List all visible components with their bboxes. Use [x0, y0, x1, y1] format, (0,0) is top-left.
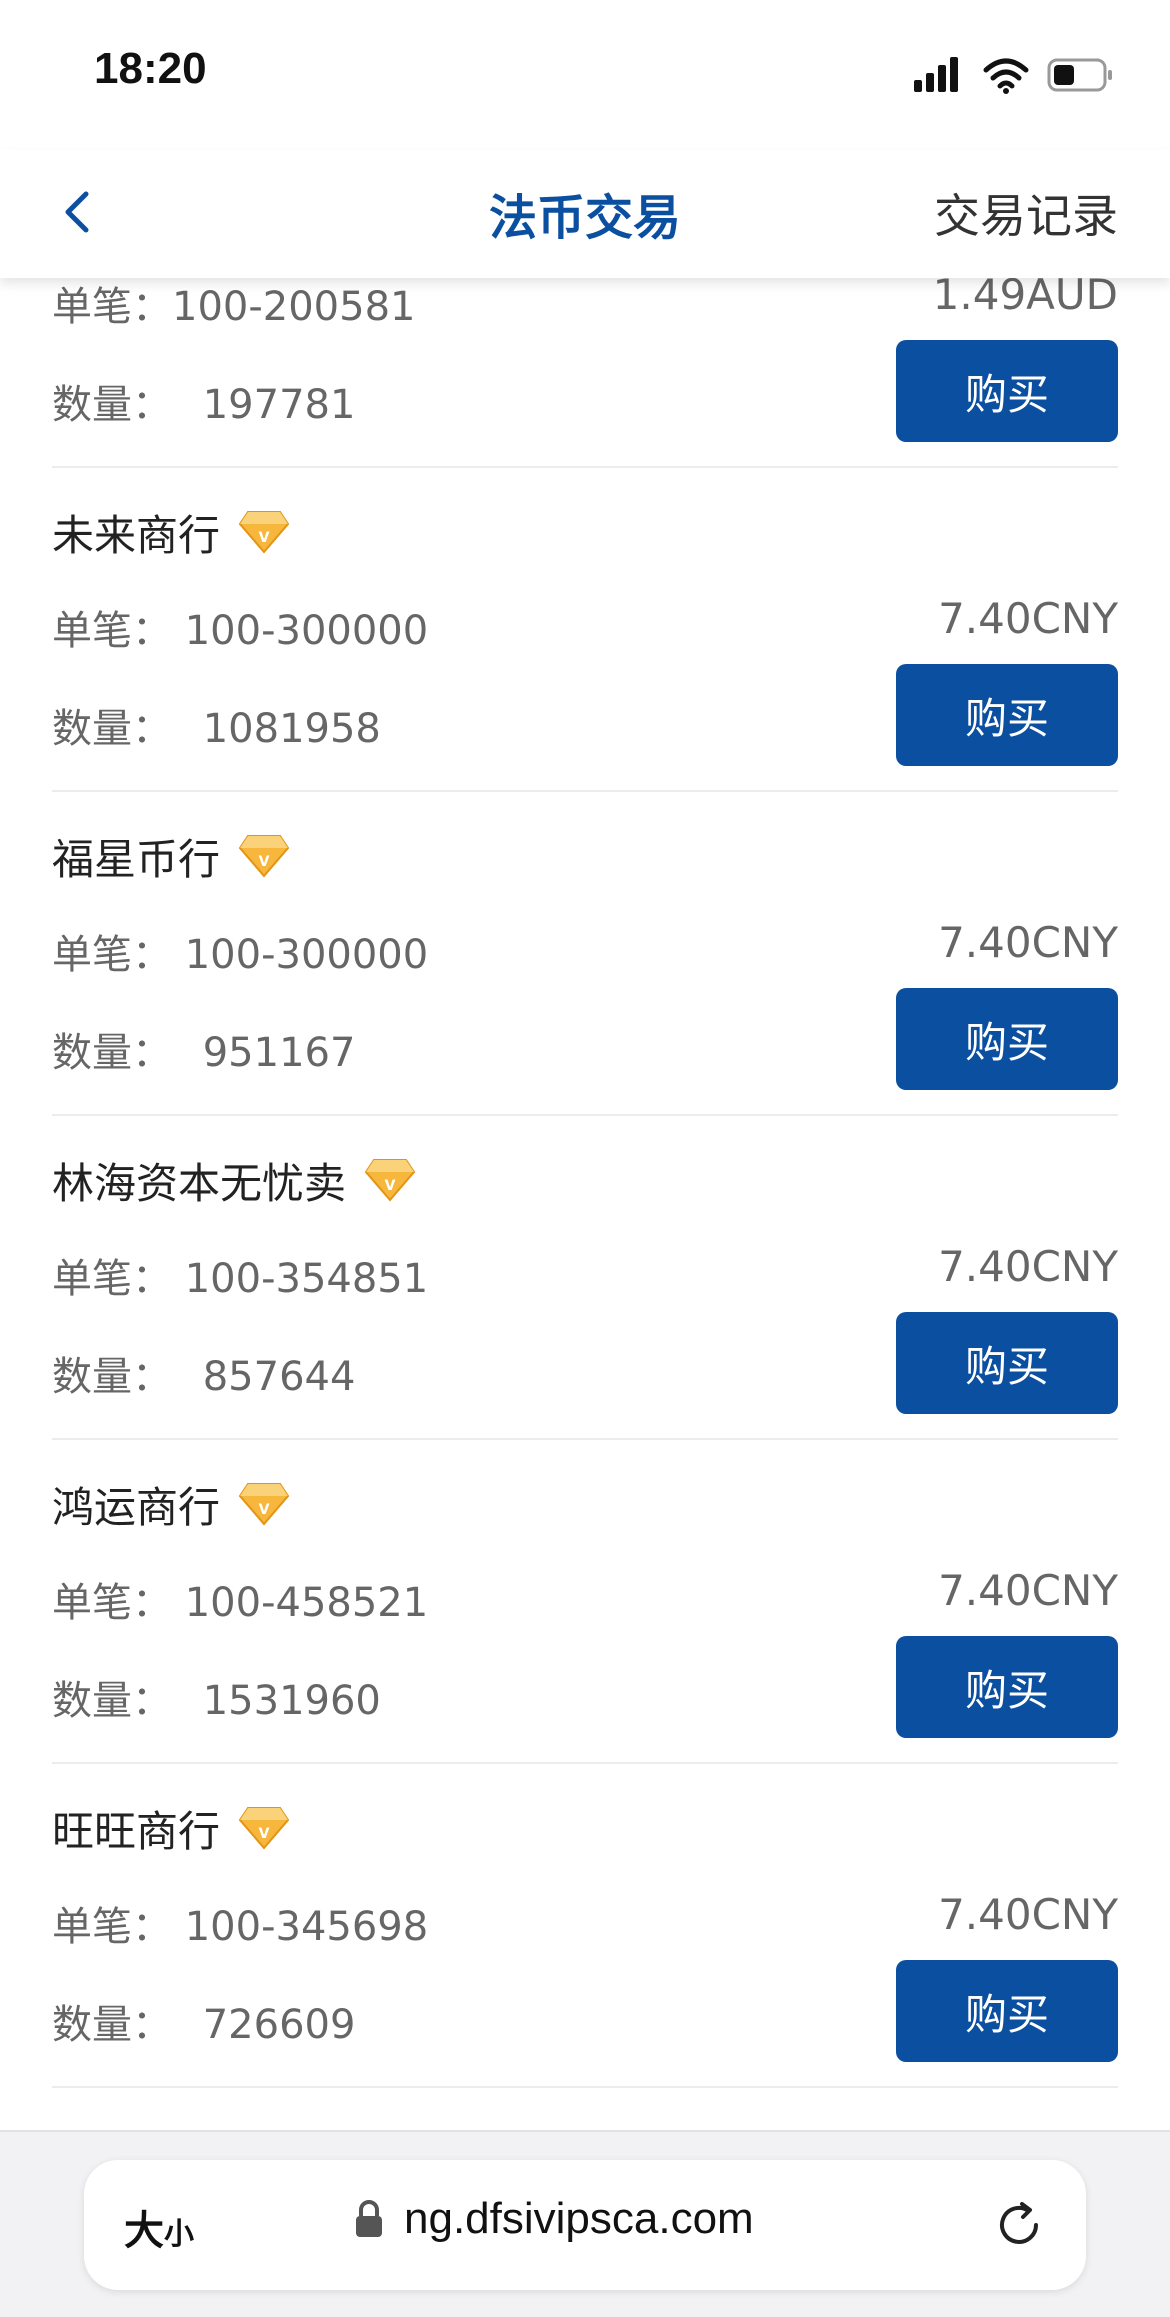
merchant-name: 福星币行: [52, 834, 221, 884]
address-bar[interactable]: 大小 ng.dfsivipsca.com: [84, 2160, 1086, 2290]
limit-line: 单笔： 100-300000: [52, 598, 428, 656]
cellular-signal-icon: [914, 57, 958, 92]
nav-bar: 法币交易 交易记录: [0, 150, 1170, 278]
limit-line: 单笔： 100-300000: [52, 922, 428, 980]
svg-text:V: V: [259, 1826, 270, 1842]
listing-item: 未来商行 V 单笔： 100-300000 7.40CNY 数量： 108195…: [52, 468, 1118, 792]
text-size-big: 大: [124, 2208, 164, 2254]
diamond-vip-icon: V: [238, 1807, 290, 1850]
svg-text:V: V: [259, 854, 270, 870]
merchant-name: 鸿运商行: [52, 1482, 221, 1532]
quantity-line: 数量： 857644: [52, 1344, 355, 1402]
buy-button[interactable]: 购买: [896, 664, 1118, 766]
quantity-label: 数量：: [52, 2002, 172, 2048]
limit-label: 单笔：: [52, 608, 172, 654]
merchant-line: 鸿运商行 V: [52, 1474, 290, 1534]
limit-line: 单笔： 100-354851: [52, 1246, 428, 1304]
listing-item: 旺旺商行 V 单笔： 100-345698 7.40CNY 数量： 726609…: [52, 1764, 1118, 2088]
price-text: 7.40CNY: [938, 1890, 1118, 1939]
battery-icon: [1047, 58, 1112, 92]
quantity-line: 数量： 726609: [52, 1992, 355, 2050]
svg-text:V: V: [259, 1502, 270, 1518]
merchant-line: 旺旺商行 V: [52, 1798, 290, 1858]
merchant-name: 旺旺商行: [52, 1806, 221, 1856]
text-size-small: 小: [164, 2217, 194, 2252]
trade-records-link[interactable]: 交易记录: [934, 180, 1118, 246]
limit-value: 100-458521: [184, 1580, 429, 1626]
quantity-label: 数量：: [52, 1354, 172, 1400]
lock-icon: [356, 2200, 382, 2237]
listing-item: 福星币行 V 单笔： 100-300000 7.40CNY 数量： 951167…: [52, 792, 1118, 1116]
buy-button[interactable]: 购买: [896, 1636, 1118, 1738]
limit-label: 单笔：: [52, 1580, 172, 1626]
limit-value: 100-300000: [184, 608, 429, 654]
quantity-label: 数量：: [52, 706, 172, 752]
text-size-button[interactable]: 大小: [124, 2198, 194, 2256]
buy-button[interactable]: 购买: [896, 1960, 1118, 2062]
quantity-line: 数量： 1531960: [52, 1668, 381, 1726]
merchant-name: 林海资本无忧卖: [52, 1158, 347, 1208]
listing-item: 林海资本无忧卖 V 单笔： 100-354851 7.40CNY 数量： 857…: [52, 1116, 1118, 1440]
browser-bottom-bar: 大小 ng.dfsivipsca.com: [0, 2130, 1170, 2317]
diamond-vip-icon: V: [238, 1483, 290, 1526]
merchant-line: 未来商行 V: [52, 502, 290, 562]
quantity-value: 197781: [202, 382, 356, 428]
wifi-icon: [983, 58, 1029, 94]
price-text: 7.40CNY: [938, 1242, 1118, 1291]
quantity-value: 726609: [202, 2002, 356, 2048]
svg-text:V: V: [259, 530, 270, 546]
listing-item: 鸿运商行 V 单笔： 100-458521 7.40CNY 数量： 153196…: [52, 1440, 1118, 1764]
buy-button[interactable]: 购买: [896, 340, 1118, 442]
limit-line: 单笔： 100-345698: [52, 1894, 428, 1952]
limit-value: 100-300000: [184, 932, 429, 978]
merchant-name: 未来商行: [52, 510, 221, 560]
diamond-vip-icon: V: [238, 835, 290, 878]
listing-list[interactable]: 单笔：100-200581 1.49AUD 数量： 197781 购买 未来商行…: [0, 278, 1170, 2130]
quantity-label: 数量：: [52, 1678, 172, 1724]
limit-value: 100-345698: [184, 1904, 429, 1950]
status-bar: 18:20: [0, 0, 1170, 150]
limit-line: 单笔： 100-458521: [52, 1570, 428, 1628]
svg-text:V: V: [385, 1178, 396, 1194]
quantity-line: 数量： 951167: [52, 1020, 355, 1078]
status-icons: [914, 57, 1112, 94]
limit-label: 单笔：: [52, 1256, 172, 1302]
quantity-value: 1531960: [202, 1678, 381, 1724]
price-text: 7.40CNY: [938, 1566, 1118, 1615]
quantity-label: 数量：: [52, 1030, 172, 1076]
limit-text: 单笔：100-200581: [52, 284, 416, 330]
reload-icon[interactable]: [992, 2198, 1046, 2252]
price-text: 7.40CNY: [938, 918, 1118, 967]
limit-label: 单笔：: [52, 932, 172, 978]
diamond-vip-icon: V: [238, 511, 290, 554]
price-text: 7.40CNY: [938, 594, 1118, 643]
url-display[interactable]: ng.dfsivipsca.com: [354, 2194, 754, 2244]
limit-value: 100-354851: [184, 1256, 429, 1302]
quantity-value: 857644: [202, 1354, 356, 1400]
quantity-line: 数量： 1081958: [52, 696, 381, 754]
buy-button[interactable]: 购买: [896, 988, 1118, 1090]
quantity-label: 数量：: [52, 382, 172, 428]
quantity-value: 951167: [202, 1030, 356, 1076]
merchant-line: 林海资本无忧卖 V: [52, 1150, 416, 1210]
quantity-value: 1081958: [202, 706, 381, 752]
merchant-line: 福星币行 V: [52, 826, 290, 886]
limit-label: 单笔：: [52, 1904, 172, 1950]
diamond-vip-icon: V: [364, 1159, 416, 1202]
status-time: 18:20: [94, 44, 207, 93]
url-text: ng.dfsivipsca.com: [404, 2194, 754, 2243]
quantity-line: 数量： 197781: [52, 372, 355, 430]
price-text: 1.49AUD: [932, 278, 1118, 319]
buy-button[interactable]: 购买: [896, 1312, 1118, 1414]
listing-partial: 单笔：100-200581 1.49AUD 数量： 197781 购买: [52, 278, 1118, 468]
